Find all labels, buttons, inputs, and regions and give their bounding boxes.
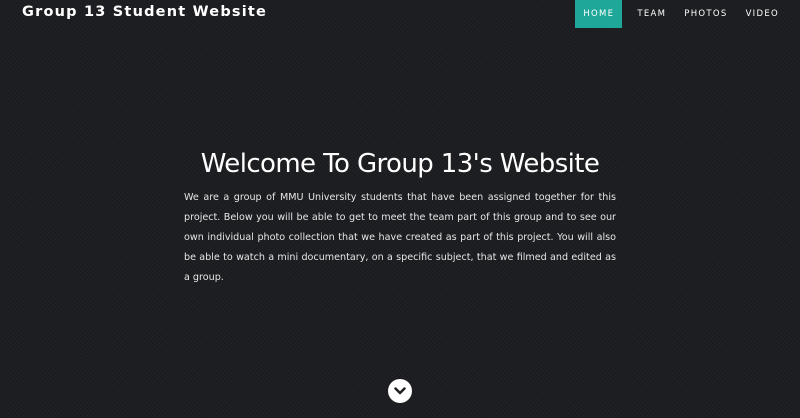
site-brand[interactable]: Group 13 Student Website <box>22 4 267 20</box>
nav-item-team[interactable]: TEAM <box>628 0 675 28</box>
scroll-down-button[interactable] <box>388 379 412 403</box>
chevron-down-icon <box>394 387 406 395</box>
hero-title: Welcome To Group 13's Website <box>200 149 600 179</box>
nav-item-photos[interactable]: PHOTOS <box>675 0 736 28</box>
nav-item-video[interactable]: VIDEO <box>737 0 788 28</box>
hero-section: Welcome To Group 13's Website We are a g… <box>0 146 800 288</box>
nav-menu: HOME TEAM PHOTOS VIDEO <box>575 0 788 28</box>
nav-item-home[interactable]: HOME <box>575 0 623 28</box>
navbar: Group 13 Student Website HOME TEAM PHOTO… <box>0 0 800 28</box>
hero-intro-text: We are a group of MMU University student… <box>184 192 616 283</box>
